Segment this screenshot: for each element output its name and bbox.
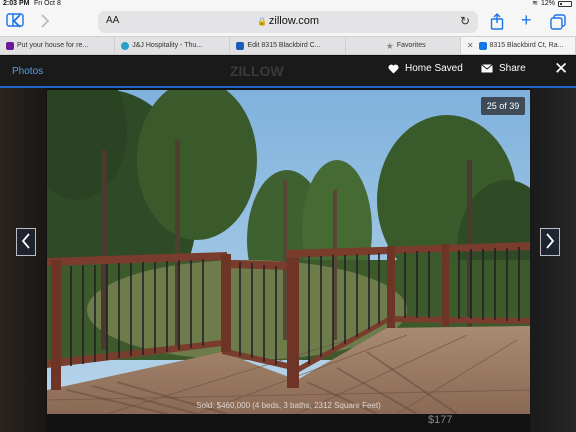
close-icon[interactable]: ✕	[554, 60, 568, 78]
close-tab-icon[interactable]: ✕	[467, 37, 474, 54]
previous-photo-button[interactable]	[16, 228, 36, 256]
zillow-favicon-icon	[236, 41, 245, 50]
photo-counter: 25 of 39	[481, 97, 525, 115]
heart-icon	[388, 64, 399, 73]
battery-percent: 12%	[540, 0, 555, 7]
background-thumbnail-right	[530, 88, 576, 432]
background-price: $177	[428, 414, 453, 426]
tab-2[interactable]: Edit 8315 Blackbird C...	[230, 37, 346, 54]
photo-viewer-header: Photos ZILLOW Home Saved Share ✕	[0, 56, 576, 86]
chevron-right-icon	[546, 233, 555, 249]
site-favicon-icon	[121, 41, 130, 50]
url-value: zillow.com	[268, 15, 320, 27]
tab-4[interactable]: ✕ 8315 Blackbird Ct, Ra...	[460, 37, 576, 54]
tab-label: Favorites	[396, 41, 426, 49]
wifi-icon: ≋	[532, 0, 538, 7]
deck-forest-image	[47, 90, 530, 414]
zillow-logo-ghost: ZILLOW	[230, 63, 284, 79]
home-saved-label: Home Saved	[405, 63, 463, 74]
lock-icon: 🔒	[256, 17, 267, 26]
new-tab-icon[interactable]: +	[521, 11, 532, 29]
share-button[interactable]: Share	[481, 63, 526, 74]
tab-overview-icon[interactable]	[550, 14, 566, 35]
tab-label: Put your house for re...	[17, 41, 89, 49]
battery-icon	[558, 1, 572, 7]
yahoo-favicon-icon	[6, 41, 14, 50]
background-thumbnail-left	[0, 88, 46, 432]
tab-label: 8315 Blackbird Ct, Ra...	[489, 41, 564, 49]
share-sheet-icon[interactable]	[490, 13, 504, 35]
share-label: Share	[499, 63, 526, 74]
browser-toolbar: AA 🔒 zillow.com ↻ +	[0, 8, 576, 36]
back-icon[interactable]	[12, 14, 22, 33]
photo-caption: Sold: $460,000 (4 beds, 3 baths, 2312 Sq…	[196, 401, 381, 410]
battery-indicator: ≋ 12%	[532, 0, 572, 8]
forward-icon[interactable]	[40, 14, 50, 33]
tab-3[interactable]: ★ Favorites	[346, 37, 461, 54]
tab-1[interactable]: J&J Hospitality - Thu...	[115, 37, 231, 54]
address-bar[interactable]: AA 🔒 zillow.com ↻	[98, 11, 478, 33]
mail-icon	[481, 64, 493, 73]
star-icon: ★	[385, 40, 394, 51]
url-text[interactable]: 🔒 zillow.com	[98, 15, 478, 27]
tab-label: Edit 8315 Blackbird C...	[247, 41, 321, 49]
next-photo-button[interactable]	[540, 228, 560, 256]
chevron-left-icon	[21, 233, 30, 249]
reload-icon[interactable]: ↻	[460, 14, 470, 28]
photos-tab[interactable]: Photos	[12, 66, 43, 77]
tab-label: J&J Hospitality - Thu...	[132, 41, 203, 49]
status-bar: 2:03 PM Fri Oct 8 ≋ 12%	[0, 0, 576, 8]
status-time: 2:03 PM	[3, 0, 30, 7]
home-saved-button[interactable]: Home Saved	[388, 63, 463, 74]
tab-strip: Put your house for re... J&J Hospitality…	[0, 36, 576, 55]
zillow-favicon-icon	[478, 41, 487, 50]
listing-photo[interactable]	[47, 90, 530, 414]
status-date: Fri Oct 8	[34, 0, 61, 7]
tab-0[interactable]: Put your house for re...	[0, 37, 116, 54]
